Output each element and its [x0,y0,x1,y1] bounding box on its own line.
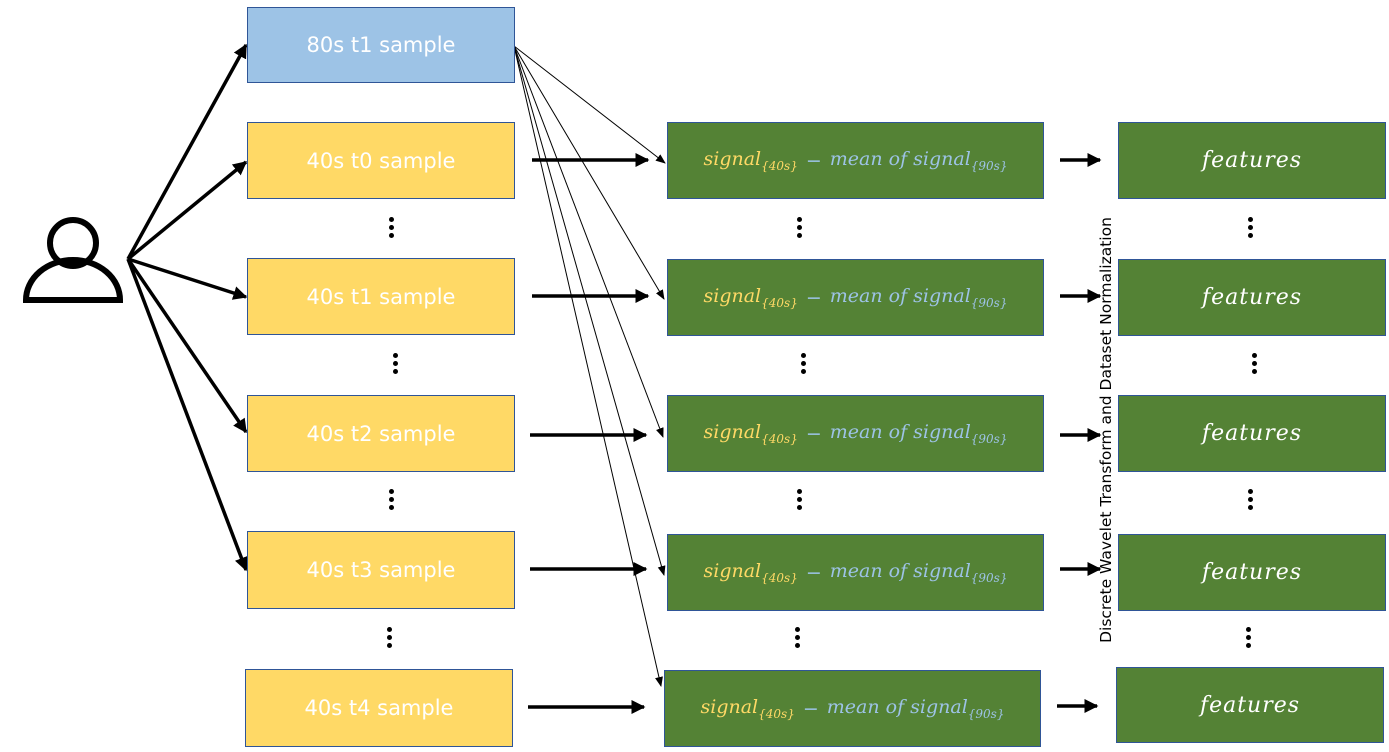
formula-term-a: signal{40s} [703,421,798,446]
sample-box-t2: 40s t2 sample [247,395,515,472]
formula-box-1: signal{40s} − mean of signal{90s} [667,259,1044,336]
formula-box-3: signal{40s} − mean of signal{90s} [667,534,1044,611]
sample-label: 40s t0 sample [306,148,456,173]
sample-label: 40s t4 sample [304,696,454,720]
formula-term-b: mean of signal{90s} [829,560,1008,585]
user-icon [22,217,124,303]
formula-term-b: mean of signal{90s} [829,148,1008,173]
ellipsis-icon [388,489,394,513]
features-box-1: features [1118,259,1386,336]
ref-to-formula-3-arrow [513,45,666,576]
formula-box-0: signal{40s} − mean of signal{90s} [667,122,1044,199]
features-box-0: features [1118,122,1386,199]
ref-to-formula-4-arrow [513,45,663,687]
formula-term-a: signal{40s} [700,696,795,721]
ellipsis-icon [388,217,394,241]
formula-term-a: signal{40s} [703,285,798,310]
features-label: features [1199,692,1301,718]
transform-label: Discrete Wavelet Transform and Dataset N… [1097,217,1115,643]
ellipsis-icon [796,489,802,513]
ellipsis-icon [392,353,398,377]
features-label: features [1201,148,1303,173]
ref-to-formula-2-arrow [513,45,664,438]
user-to-t3-arrow [126,258,249,572]
formula-term-b: mean of signal{90s} [826,696,1005,721]
ellipsis-icon [1247,489,1253,513]
user-to-t1-arrow [127,257,248,300]
formula-term-b: mean of signal{90s} [829,421,1008,446]
features-label: features [1201,421,1303,446]
formula-box-4: signal{40s} − mean of signal{90s} [664,670,1041,747]
user-to-80s-arrow [126,43,248,260]
formula-box-2: signal{40s} − mean of signal{90s} [667,395,1044,472]
ref-to-formula-1-arrow [513,45,665,300]
user-to-t0-arrow [126,160,248,261]
formula-term-b: mean of signal{90s} [829,285,1008,310]
reference-sample-label: 80s t1 sample [306,33,456,57]
sample-label: 40s t3 sample [306,558,456,582]
features-label: features [1201,285,1303,310]
user-to-t2-arrow [126,258,248,434]
sample-box-t1: 40s t1 sample [247,258,515,335]
ellipsis-icon [796,217,802,241]
features-box-4: features [1116,667,1384,743]
sample-box-t0: 40s t0 sample [247,122,515,199]
formula-term-a: signal{40s} [703,560,798,585]
ellipsis-icon [1247,217,1253,241]
features-box-2: features [1118,395,1386,472]
ellipsis-icon [1251,353,1257,377]
features-box-3: features [1118,534,1386,611]
ellipsis-icon [800,353,806,377]
sample-label: 40s t1 sample [306,284,456,309]
sample-box-t4: 40s t4 sample [245,669,513,747]
sample-box-t3: 40s t3 sample [247,531,515,609]
ellipsis-icon [794,627,800,651]
formula-term-a: signal{40s} [703,148,798,173]
ellipsis-icon [1245,627,1251,651]
connector-layer [126,43,1102,714]
ellipsis-icon [386,627,392,651]
sample-label: 40s t2 sample [306,421,456,446]
features-label: features [1201,560,1303,585]
reference-sample-box: 80s t1 sample [247,7,515,83]
